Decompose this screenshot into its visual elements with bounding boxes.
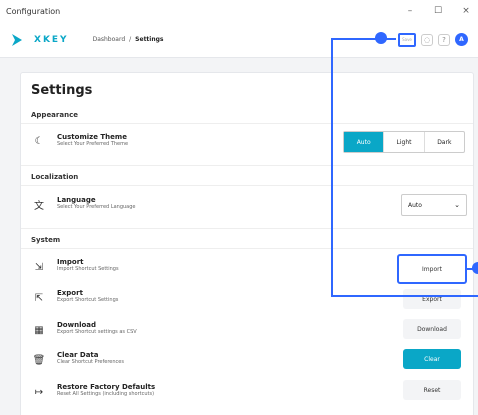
breadcrumb-dashboard[interactable]: Dashboard (93, 36, 126, 43)
theme-row-text: Customize Theme Select Your Preferred Th… (57, 133, 128, 148)
annotation-dot (472, 262, 478, 274)
maximize-button[interactable]: ☐ (432, 6, 444, 16)
notification-icon[interactable]: ◌ (421, 33, 433, 46)
annotation-connector (331, 38, 381, 40)
clear-title: Clear Data (57, 351, 99, 359)
download-button[interactable]: Download (403, 319, 461, 339)
language-row-text: Language Select Your Preferred Language (57, 196, 136, 211)
breadcrumb-settings: Settings (135, 36, 164, 43)
import-button[interactable]: Import (397, 254, 467, 284)
window-titlebar: Configuration – ☐ × (0, 0, 478, 22)
logo-icon (12, 33, 22, 46)
section-system: System (31, 236, 61, 244)
annotation-connector (331, 295, 478, 297)
clear-row-text: Clear Data Clear Shortcut Preferences (57, 351, 124, 366)
divider (21, 165, 473, 166)
close-button[interactable]: × (460, 6, 472, 16)
minimize-button[interactable]: – (404, 6, 416, 16)
window-controls: – ☐ × (404, 6, 472, 16)
annotation-connector (381, 38, 396, 40)
brand-name: XKEY (34, 34, 69, 45)
divider (21, 123, 473, 124)
page-title: Settings (31, 83, 93, 98)
clear-button[interactable]: Clear (403, 349, 461, 369)
export-subtitle: Export Shortcut Settings (57, 297, 119, 303)
theme-option-auto[interactable]: Auto (344, 132, 385, 152)
theme-icon: ☾ (34, 135, 44, 147)
language-icon: 文 (34, 200, 44, 212)
logout-icon: ↦ (34, 386, 44, 398)
help-icon[interactable]: ? (438, 33, 450, 46)
theme-title: Customize Theme (57, 133, 127, 141)
section-appearance: Appearance (31, 111, 78, 119)
language-select-value: Auto (408, 201, 422, 209)
avatar[interactable]: A (455, 33, 468, 46)
download-subtitle: Export Shortcut settings as CSV (57, 329, 137, 335)
import-title: Import (57, 258, 84, 266)
app-header: XKEY Dashboard / Settings Save ◌ ? A (0, 22, 478, 58)
reset-title: Restore Factory Defaults (57, 383, 156, 391)
import-icon: ⇲ (34, 261, 44, 273)
language-title: Language (57, 196, 96, 204)
theme-option-light[interactable]: Light (384, 132, 425, 152)
language-subtitle: Select Your Preferred Language (57, 204, 136, 210)
window-title: Configuration (6, 6, 61, 16)
theme-segmented-control: Auto Light Dark (343, 131, 465, 153)
table-icon: ▦ (34, 324, 44, 336)
export-button[interactable]: Export (403, 289, 461, 309)
divider (21, 185, 473, 186)
export-row-text: Export Export Shortcut Settings (57, 289, 118, 304)
import-row-text: Import Import Shortcut Settings (57, 258, 119, 273)
download-row-text: Download Export Shortcut settings as CSV (57, 321, 137, 336)
clear-subtitle: Clear Shortcut Preferences (57, 359, 124, 365)
reset-row-text: Restore Factory Defaults Reset All Setti… (57, 383, 155, 398)
breadcrumb: Dashboard / Settings (92, 36, 164, 43)
settings-card: Settings Appearance ☾ Customize Theme Se… (20, 72, 474, 415)
chevron-down-icon: ⌄ (454, 201, 460, 209)
language-select[interactable]: Auto ⌄ (401, 194, 467, 216)
theme-subtitle: Select Your Preferred Theme (57, 141, 129, 147)
header-actions: Save ◌ ? A (398, 32, 468, 47)
import-subtitle: Import Shortcut Settings (57, 266, 119, 272)
reset-button[interactable]: Reset (403, 380, 461, 400)
export-icon: ⇱ (34, 292, 44, 304)
export-title: Export (57, 289, 83, 297)
divider (21, 248, 473, 249)
annotation-connector (331, 38, 333, 296)
download-title: Download (57, 321, 97, 329)
save-button[interactable]: Save (398, 32, 416, 47)
theme-option-dark[interactable]: Dark (425, 132, 464, 152)
section-localization: Localization (31, 173, 79, 181)
reset-subtitle: Reset All Settings (including shortcuts) (57, 391, 155, 397)
divider (21, 228, 473, 229)
trash-icon: 🗑 (32, 354, 46, 366)
